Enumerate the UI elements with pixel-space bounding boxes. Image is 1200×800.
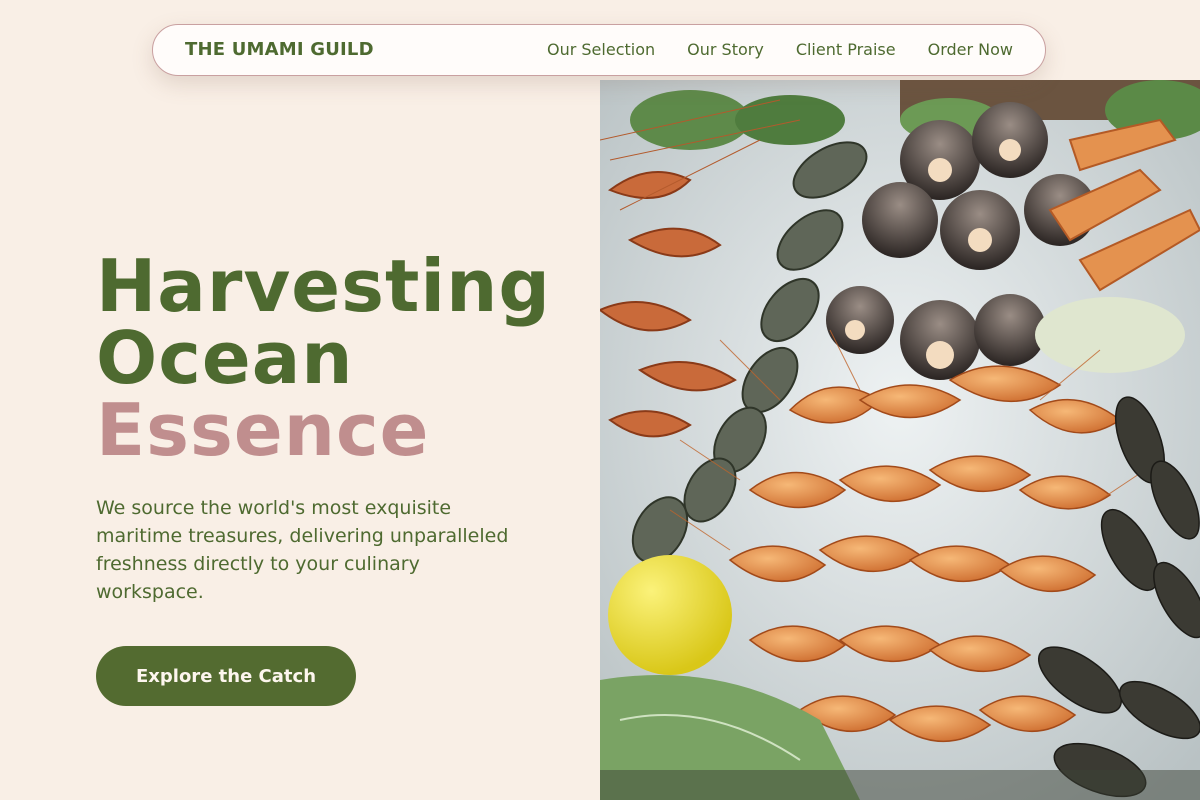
hero-title-line-2: Ocean xyxy=(96,316,354,400)
hero-description: We source the world's most exquisite mar… xyxy=(96,497,509,603)
nav-links: Our Selection Our Story Client Praise Or… xyxy=(547,40,1013,60)
hero-title-line-3: Essence xyxy=(96,388,430,472)
hero-title: Harvesting Ocean Essence xyxy=(96,250,551,466)
landing-page: THE UMAMI GUILD Our Selection Our Story … xyxy=(0,0,1200,800)
nav-link-order-now[interactable]: Order Now xyxy=(928,40,1013,60)
nav-link-our-selection[interactable]: Our Selection xyxy=(547,40,655,60)
explore-catch-button[interactable]: Explore the Catch xyxy=(96,646,356,706)
nav-link-our-story[interactable]: Our Story xyxy=(687,40,764,60)
nav-link-client-praise[interactable]: Client Praise xyxy=(796,40,896,60)
brand-logo-text[interactable]: THE UMAMI GUILD xyxy=(185,39,374,61)
seafood-platter-image xyxy=(600,80,1200,800)
top-navbar: THE UMAMI GUILD Our Selection Our Story … xyxy=(152,24,1046,76)
hero-title-line-1: Harvesting xyxy=(96,244,551,328)
